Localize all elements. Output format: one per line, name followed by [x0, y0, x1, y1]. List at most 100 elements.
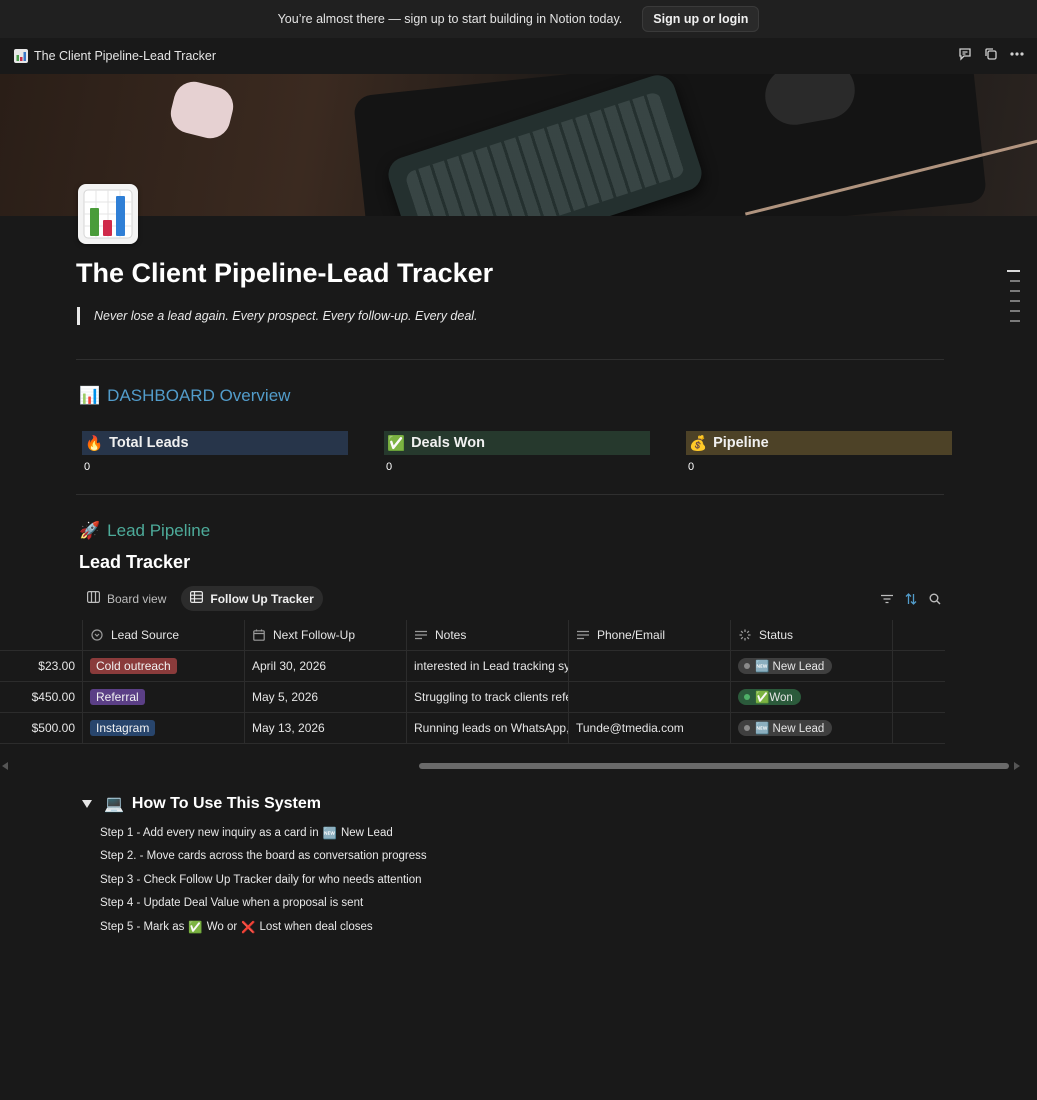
empty-cell — [893, 682, 945, 712]
column-header-add[interactable] — [893, 620, 945, 650]
empty-cell — [893, 651, 945, 681]
table-row[interactable]: $500.00 Instagram May 13, 2026 Running l… — [0, 713, 945, 744]
signup-banner: You’re almost there — sign up to start b… — [0, 0, 1037, 38]
page-icon-chart-icon[interactable] — [78, 184, 138, 244]
cover-image — [0, 74, 1037, 216]
comment-icon[interactable] — [957, 46, 973, 62]
status-dot — [744, 694, 750, 700]
step-text: Step 4 - Update Deal Value when a propos… — [100, 897, 364, 910]
dashboard-emoji-icon: 📊 — [79, 386, 101, 405]
column-label: Phone/Email — [597, 628, 666, 642]
stat-label: Total Leads — [109, 435, 189, 451]
stat-value: 0 — [84, 461, 91, 473]
view-tabs: Board view Follow Up Tracker — [78, 586, 323, 611]
toc-line[interactable] — [1010, 280, 1020, 282]
status-badge: 🆕 New Lead — [738, 658, 833, 674]
table-row[interactable]: $23.00 Cold outreach April 30, 2026 inte… — [0, 651, 945, 682]
lead-source-cell[interactable]: Referral — [83, 682, 245, 712]
deal-value-cell[interactable]: $23.00 — [0, 651, 83, 681]
duplicate-icon[interactable] — [983, 46, 999, 62]
status-cell[interactable]: 🆕 New Lead — [731, 713, 893, 743]
column-header-phone-email[interactable]: Phone/Email — [569, 620, 731, 650]
follow-up-date-cell[interactable]: April 30, 2026 — [245, 651, 407, 681]
empty-cell — [893, 713, 945, 743]
deal-value-cell[interactable]: $500.00 — [0, 713, 83, 743]
how-to-toggle[interactable]: 💻 How To Use This System — [82, 794, 321, 814]
divider — [76, 494, 944, 495]
check-icon: ✅ — [387, 435, 406, 452]
column-header-status[interactable]: Status — [731, 620, 893, 650]
calendar-icon — [252, 628, 266, 642]
list-item: Step 4 - Update Deal Value when a propos… — [100, 892, 427, 916]
toc-line[interactable] — [1010, 290, 1020, 292]
toc-line[interactable] — [1010, 310, 1020, 312]
pipeline-heading: 🚀 Lead Pipeline — [79, 521, 210, 541]
step-text: Lost when deal closes — [259, 920, 373, 933]
more-icon[interactable] — [1009, 46, 1025, 62]
column-header-next-follow-up[interactable]: Next Follow-Up — [245, 620, 407, 650]
contact-cell[interactable] — [569, 682, 731, 712]
breadcrumb-title[interactable]: The Client Pipeline-Lead Tracker — [34, 49, 216, 63]
database-title[interactable]: Lead Tracker — [79, 552, 190, 573]
cross-icon: ❌ — [241, 921, 256, 934]
step-text: Wo or — [206, 920, 238, 933]
table-row[interactable]: $450.00 Referral May 5, 2026 Struggling … — [0, 682, 945, 713]
stat-deals-won: ✅ Deals Won 0 — [384, 431, 650, 473]
database-tools — [880, 592, 942, 606]
list-item: Step 1 - Add every new inquiry as a card… — [100, 821, 427, 845]
toc-line[interactable] — [1007, 270, 1020, 272]
column-header-notes[interactable]: Notes — [407, 620, 569, 650]
column-header-lead-source[interactable]: Lead Source — [83, 620, 245, 650]
search-icon[interactable] — [928, 592, 942, 606]
sort-icon[interactable] — [904, 592, 918, 606]
banner-text: You’re almost there — sign up to start b… — [277, 12, 623, 26]
tab-follow-up-tracker[interactable]: Follow Up Tracker — [181, 586, 323, 611]
notes-cell[interactable]: interested in Lead tracking syste — [407, 651, 569, 681]
toc-line[interactable] — [1010, 320, 1020, 322]
status-dot — [744, 725, 750, 731]
step-text: Step 1 - Add every new inquiry as a card… — [100, 826, 319, 839]
dashboard-heading-text: DASHBOARD Overview — [107, 386, 291, 405]
laptop-icon: 💻 — [104, 796, 124, 813]
column-header-value[interactable] — [0, 620, 83, 650]
scroll-right-arrow-icon[interactable] — [1014, 762, 1020, 770]
toc-line[interactable] — [1010, 300, 1020, 302]
contact-cell[interactable]: Tunde@tmedia.com — [569, 713, 731, 743]
status-badge: ✅Won — [738, 689, 801, 705]
status-label: 🆕 New Lead — [755, 661, 825, 673]
how-to-steps: Step 1 - Add every new inquiry as a card… — [100, 821, 427, 939]
list-item: Step 3 - Check Follow Up Tracker daily f… — [100, 868, 427, 892]
follow-up-date-cell[interactable]: May 5, 2026 — [245, 682, 407, 712]
horizontal-scrollbar[interactable] — [0, 758, 1037, 772]
column-label: Notes — [435, 628, 467, 642]
list-item: Step 2. - Move cards across the board as… — [100, 845, 427, 869]
scroll-left-arrow-icon[interactable] — [2, 762, 8, 770]
stat-pipeline: 💰 Pipeline 0 — [686, 431, 952, 473]
lead-source-tag: Cold outreach — [90, 658, 177, 674]
dashboard-heading: 📊 DASHBOARD Overview — [79, 386, 290, 406]
lead-source-cell[interactable]: Instagram — [83, 713, 245, 743]
stat-label: Pipeline — [713, 435, 769, 451]
filter-icon[interactable] — [880, 592, 894, 606]
status-cell[interactable]: 🆕 New Lead — [731, 651, 893, 681]
table-of-contents-indicator[interactable] — [1007, 270, 1020, 322]
stat-value: 0 — [386, 461, 393, 473]
scrollbar-thumb[interactable] — [419, 763, 1009, 769]
tab-board-view[interactable]: Board view — [78, 586, 175, 611]
status-cell[interactable]: ✅Won — [731, 682, 893, 712]
signup-button[interactable]: Sign up or login — [642, 6, 760, 32]
new-icon: 🆕 — [322, 827, 337, 840]
notes-cell[interactable]: Running leads on WhatsApp, ne — [407, 713, 569, 743]
contact-cell[interactable] — [569, 651, 731, 681]
toggle-open-icon[interactable] — [82, 800, 92, 808]
notes-cell[interactable]: Struggling to track clients referr — [407, 682, 569, 712]
follow-up-date-cell[interactable]: May 13, 2026 — [245, 713, 407, 743]
status-icon — [738, 628, 752, 642]
deal-value-cell[interactable]: $450.00 — [0, 682, 83, 712]
pipeline-heading-text: Lead Pipeline — [107, 521, 211, 540]
table-header-row: Lead Source Next Follow-Up Notes Phone/E… — [0, 620, 945, 651]
money-bag-icon: 💰 — [689, 435, 708, 452]
status-dot — [744, 663, 750, 669]
lead-source-cell[interactable]: Cold outreach — [83, 651, 245, 681]
column-label: Status — [759, 628, 794, 642]
